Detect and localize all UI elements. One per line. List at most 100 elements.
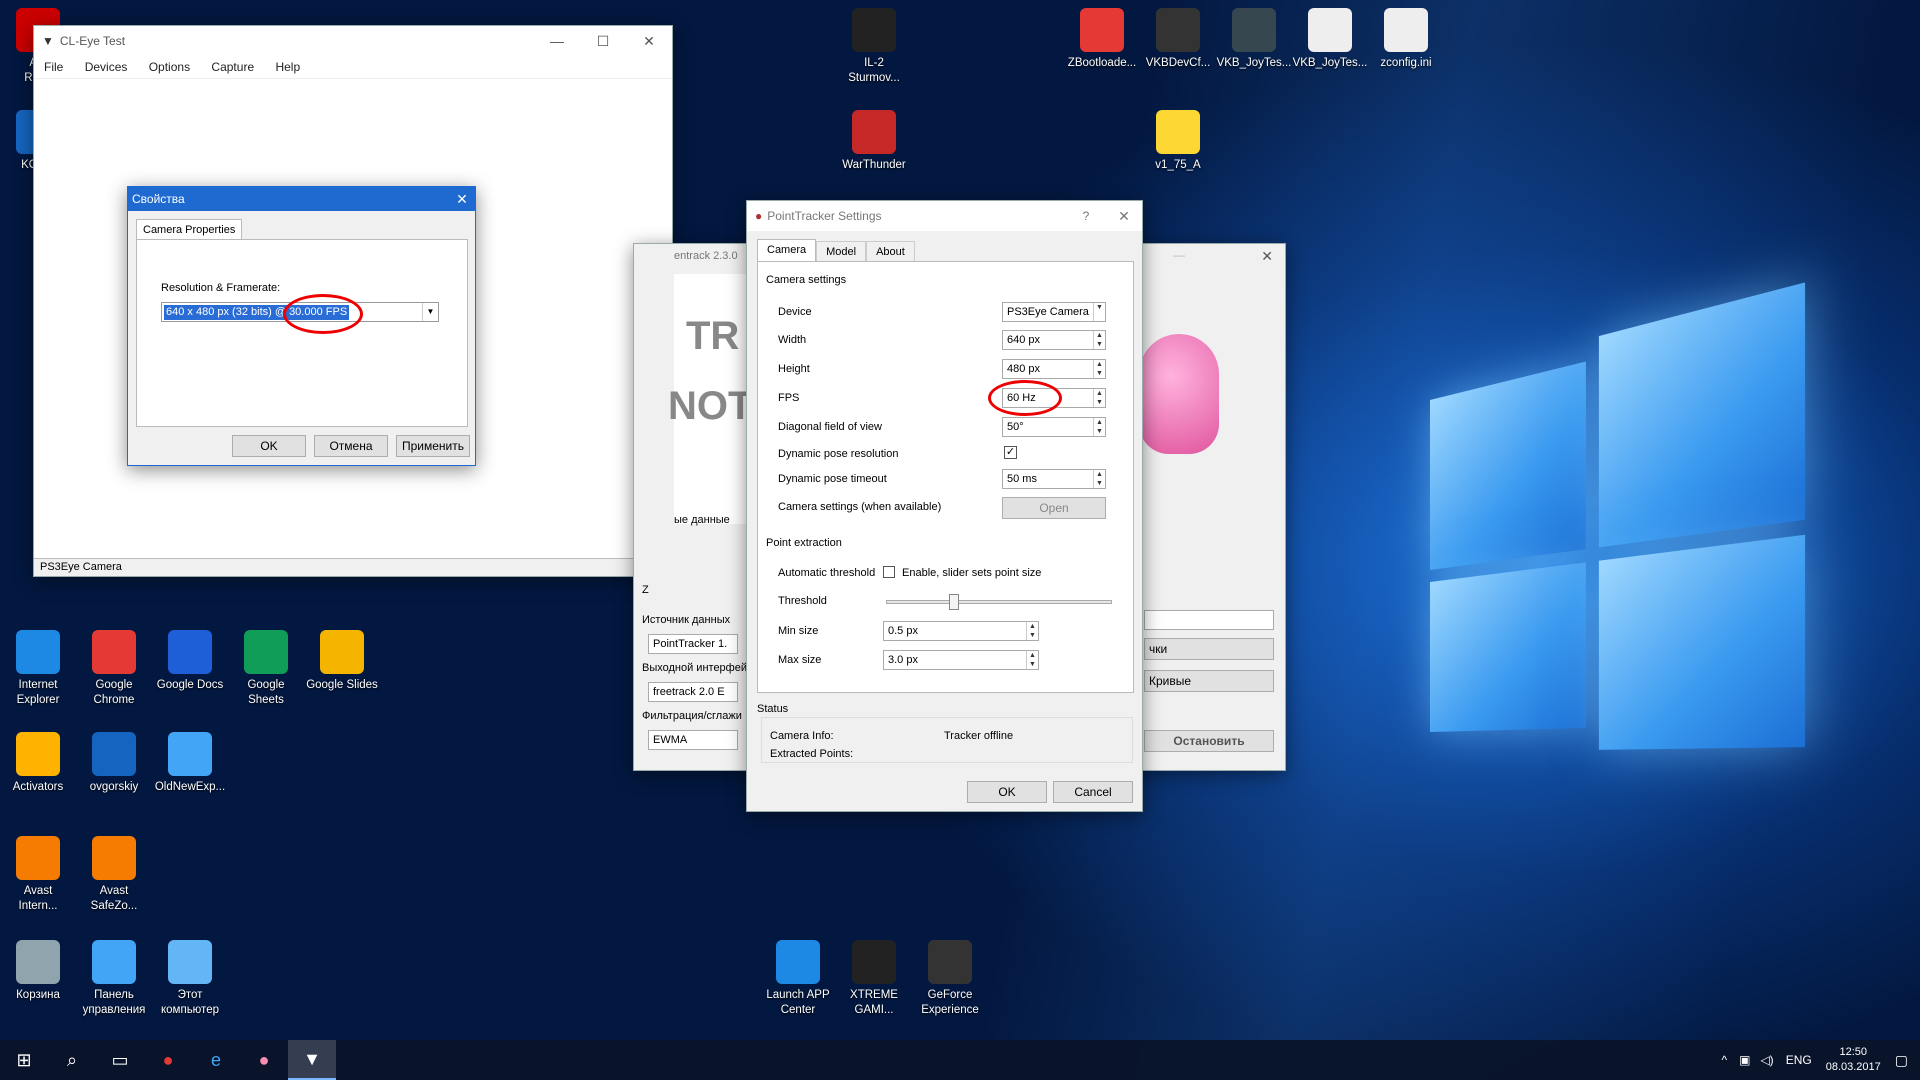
task-view-icon[interactable]: ▭ <box>96 1040 144 1080</box>
menu-file[interactable]: File <box>44 60 63 74</box>
tabs: Camera Model About <box>757 239 915 262</box>
desktop-icon[interactable]: GeForce Experience <box>912 940 988 1018</box>
ie-taskbar-icon[interactable]: e <box>192 1040 240 1080</box>
chevron-down-icon[interactable]: ▼ <box>1093 303 1105 321</box>
menu-capture[interactable]: Capture <box>211 60 254 74</box>
threshold-slider[interactable] <box>886 594 1112 610</box>
desktop-icon[interactable]: VKB_JoyTes... <box>1292 8 1368 71</box>
desktop-icon[interactable]: v1_75_A <box>1140 110 1216 173</box>
source-select[interactable]: PointTracker 1. <box>648 634 738 654</box>
desktop-icon[interactable]: XTREME GAMI... <box>836 940 912 1018</box>
desktop-icon[interactable]: zconfig.ini <box>1368 8 1444 71</box>
tab-camera-label: Camera <box>767 244 807 256</box>
gear-file-icon <box>1308 8 1352 52</box>
spinner-arrows-icon[interactable]: ▲ ▼ <box>1093 389 1105 407</box>
source-value: PointTracker 1. <box>653 638 728 650</box>
desktop-icon-label: Google Slides <box>306 679 378 691</box>
desktop-icon[interactable]: Панель управления <box>76 940 152 1018</box>
desktop-icon[interactable]: Avast SafeZo... <box>76 836 152 914</box>
close-icon[interactable]: ✕ <box>1106 208 1142 225</box>
output-select[interactable]: freetrack 2.0 E <box>648 682 738 702</box>
setting-input[interactable]: 640 px ▲ ▼ <box>1002 330 1106 350</box>
notifications-icon[interactable]: ▢ <box>1895 1052 1908 1069</box>
warthunder-icon <box>852 110 896 154</box>
apply-button[interactable]: Применить <box>396 435 470 457</box>
ok-button[interactable]: OK <box>967 781 1047 803</box>
profile-select[interactable] <box>1144 610 1274 630</box>
menu-help[interactable]: Help <box>275 60 300 74</box>
desktop-icon[interactable]: Activators <box>0 732 76 795</box>
threshold-slider-handle[interactable] <box>949 594 959 610</box>
desktop-icon[interactable]: Google Docs <box>152 630 228 693</box>
auto-threshold-checkbox[interactable] <box>883 566 895 578</box>
desktop-icon[interactable]: OldNewExp... <box>152 732 228 795</box>
minimize-button[interactable]: — <box>534 26 580 56</box>
fps-highlight-circle <box>283 294 363 334</box>
desktop-icon[interactable]: ZBootloade... <box>1064 8 1140 71</box>
curves-button[interactable]: Кривые <box>1144 670 1274 692</box>
cleye-taskbar-icon[interactable]: ▼ <box>288 1040 336 1080</box>
open-camera-settings-button[interactable]: Open <box>1002 497 1106 519</box>
stop-button[interactable]: Остановить <box>1144 730 1274 752</box>
chevron-up-icon[interactable]: ^ <box>1721 1053 1727 1067</box>
desktop-icon[interactable]: Launch APP Center <box>760 940 836 1018</box>
dynamic-pose-checkbox[interactable]: ✓ <box>1004 446 1017 459</box>
desktop-icon[interactable]: IL-2 Sturmov... <box>836 8 912 86</box>
desktop-icon-label: Activators <box>12 781 64 793</box>
desktop-icon-label: IL-2 Sturmov... <box>848 57 900 84</box>
desktop-icon[interactable]: Internet Explorer <box>0 630 76 708</box>
chevron-down-icon[interactable]: ▼ <box>422 303 438 321</box>
tab-camera-properties[interactable]: Camera Properties <box>136 219 243 240</box>
spinner-arrows-icon[interactable]: ▲ ▼ <box>1026 622 1038 640</box>
desktop-icon[interactable]: Google Sheets <box>228 630 304 708</box>
help-button[interactable]: ? <box>1066 209 1106 223</box>
spinner-arrows-icon[interactable]: ▲ ▼ <box>1026 651 1038 669</box>
volume-icon[interactable]: ◁) <box>1760 1053 1773 1067</box>
device-select[interactable]: PS3Eye Camera ▼ <box>1002 302 1106 322</box>
network-icon[interactable]: ▣ <box>1739 1053 1750 1067</box>
cancel-button[interactable]: Cancel <box>1053 781 1133 803</box>
opentrack-minimize-icon[interactable]: — <box>1173 248 1185 262</box>
desktop-icon[interactable]: VKBDevCf... <box>1140 8 1216 71</box>
close-button[interactable]: ✕ <box>626 26 672 56</box>
ok-button[interactable]: OK <box>232 435 306 457</box>
desktop-icon[interactable]: Google Slides <box>304 630 380 693</box>
spinner-arrows-icon[interactable]: ▲ ▼ <box>1093 470 1105 488</box>
desktop-icon[interactable]: ovgorskiy <box>76 732 152 795</box>
close-icon[interactable]: ✕ <box>449 191 475 208</box>
desktop-icon[interactable]: VKB_JoyTes... <box>1216 8 1292 71</box>
start-button[interactable]: ⊞ <box>0 1040 48 1080</box>
desktop-icon-label: Internet Explorer <box>16 679 60 706</box>
desktop-icon[interactable]: Avast Intern... <box>0 836 76 914</box>
tab-camera[interactable]: Camera <box>757 239 817 262</box>
filter-select[interactable]: EWMA <box>648 730 738 750</box>
max-size-input[interactable]: 3.0 px ▲ ▼ <box>883 650 1039 670</box>
desktop-icon[interactable]: WarThunder <box>836 110 912 173</box>
search-icon[interactable]: ⌕ <box>48 1040 96 1080</box>
desktop-icon[interactable]: Этот компьютер <box>152 940 228 1018</box>
chrome-taskbar-icon[interactable]: ● <box>144 1040 192 1080</box>
opentrack-taskbar-icon[interactable]: ● <box>240 1040 288 1080</box>
desktop-icon[interactable]: Корзина <box>0 940 76 1003</box>
clock[interactable]: 12:50 08.03.2017 <box>1826 1045 1881 1075</box>
desktop-icon[interactable]: Google Chrome <box>76 630 152 708</box>
properties-titlebar: Свойства ✕ <box>128 187 475 211</box>
menu-devices[interactable]: Devices <box>85 60 128 74</box>
user-icon <box>92 732 136 776</box>
spinner-arrows-icon[interactable]: ▲ ▼ <box>1093 331 1105 349</box>
tab-about[interactable]: About <box>866 241 915 262</box>
setting-input[interactable]: 50 ms ▲ ▼ <box>1002 469 1106 489</box>
tab-model[interactable]: Model <box>816 241 867 262</box>
cleye-menubar: File Devices Options Capture Help <box>34 56 672 79</box>
menu-options[interactable]: Options <box>149 60 190 74</box>
keys-button[interactable]: чки <box>1144 638 1274 660</box>
opentrack-close-icon[interactable]: ✕ <box>1261 248 1273 265</box>
cancel-button[interactable]: Отмена <box>314 435 388 457</box>
min-size-input[interactable]: 0.5 px ▲ ▼ <box>883 621 1039 641</box>
spinner-arrows-icon[interactable]: ▲ ▼ <box>1093 418 1105 436</box>
setting-input[interactable]: 480 px ▲ ▼ <box>1002 359 1106 379</box>
setting-input[interactable]: 50° ▲ ▼ <box>1002 417 1106 437</box>
language-indicator[interactable]: ENG <box>1786 1053 1812 1067</box>
maximize-button[interactable]: ☐ <box>580 26 626 56</box>
spinner-arrows-icon[interactable]: ▲ ▼ <box>1093 360 1105 378</box>
